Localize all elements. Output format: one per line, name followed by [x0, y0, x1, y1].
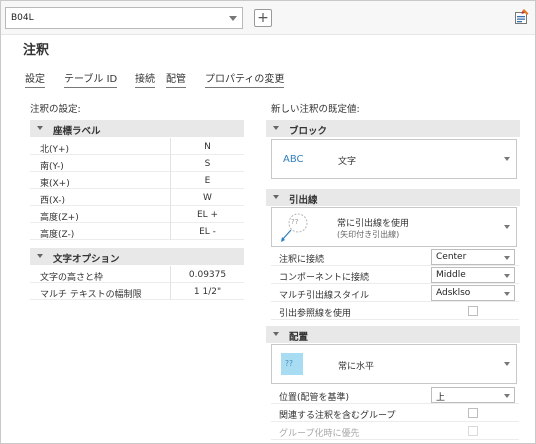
text-options-category[interactable]: 文字オプション [30, 248, 244, 265]
chevron-down-icon [504, 225, 510, 229]
chevron-down-icon [504, 256, 510, 260]
property-row: 関連する注釈を含むグループ [271, 404, 519, 422]
top-toolbar: B04L + [1, 1, 535, 35]
tab-table-id[interactable]: テーブル ID [64, 70, 118, 88]
collapse-triangle-icon [37, 126, 43, 130]
table-row[interactable]: 高度(Z+) EL + [30, 206, 244, 223]
chevron-down-icon [504, 157, 510, 161]
annotation-style-icon[interactable] [515, 9, 530, 24]
tab-piping[interactable]: 配管 [166, 70, 186, 88]
block-selector[interactable]: ABC 文字 [271, 139, 517, 179]
chevron-down-icon [504, 292, 510, 296]
collapse-triangle-icon [273, 195, 279, 199]
collapse-triangle-icon [273, 126, 279, 130]
annotation-settings-heading: 注釈の設定: [30, 104, 81, 115]
connect-to-component-select[interactable]: Middle [431, 267, 515, 283]
block-category[interactable]: ブロック [266, 120, 520, 137]
table-row[interactable]: 南(Y-) S [30, 155, 244, 172]
tab-connections[interactable]: 接続 [135, 70, 155, 88]
new-annotation-defaults-heading: 新しい注釈の既定値: [271, 104, 360, 115]
chevron-down-icon [504, 362, 510, 366]
style-dropdown[interactable]: B04L [5, 7, 243, 29]
coord-label-category[interactable]: 座標ラベル [30, 120, 244, 137]
tab-property-changes[interactable]: プロパティの変更 [205, 70, 285, 88]
page-title: 注釈 [23, 43, 50, 58]
placement-selected-value: 常に水平 [338, 362, 375, 372]
property-row: マルチ引出線スタイル Adsklso [271, 284, 519, 302]
placement-preview-tile: ?? [281, 353, 303, 375]
property-row: 位置(配管を基準) 上 [271, 386, 519, 404]
group-related-annotations-checkbox[interactable] [468, 408, 478, 418]
leader-preview-icon [281, 213, 308, 242]
leader-preview-text: ?? [291, 218, 299, 226]
table-row[interactable]: 高度(Z-) EL - [30, 223, 244, 240]
table-row[interactable]: 東(X+) E [30, 172, 244, 189]
coord-label-grid: 北(Y+) N 南(Y-) S 東(X+) E 西(X-) W 高度(Z+) E… [30, 138, 244, 242]
property-row: 注釈に接続 Center [271, 248, 519, 266]
text-options-grid: 文字の高さと枠 0.09375 マルチ テキストの幅制限 1 1/2" [30, 266, 244, 300]
collapse-triangle-icon [273, 332, 279, 336]
block-preview-text: ABC [283, 154, 304, 165]
property-row: 引出参照線を使用 [271, 302, 519, 320]
collapse-triangle-icon [37, 254, 43, 258]
tab-settings[interactable]: 設定 [25, 70, 45, 88]
leader-category[interactable]: 引出線 [266, 189, 520, 206]
chevron-down-icon [229, 16, 237, 21]
placement-category[interactable]: 配置 [266, 326, 520, 343]
chevron-down-icon [504, 274, 510, 278]
table-row[interactable]: 文字の高さと枠 0.09375 [30, 266, 244, 283]
priority-when-grouping-checkbox [468, 426, 478, 436]
use-landing-checkbox[interactable] [468, 306, 478, 316]
position-relative-to-pipe-select[interactable]: 上 [431, 387, 515, 403]
multileader-style-select[interactable]: Adsklso [431, 285, 515, 301]
leader-selected-subtitle: (矢印付き引出線) [337, 230, 400, 239]
block-selected-value: 文字 [338, 157, 357, 167]
placement-selector[interactable]: ?? 常に水平 [271, 344, 517, 384]
table-row[interactable]: 北(Y+) N [30, 138, 244, 155]
style-dropdown-value: B04L [11, 13, 34, 23]
leader-selected-title: 常に引出線を使用 [337, 219, 410, 229]
connect-to-annotation-select[interactable]: Center [431, 249, 515, 265]
property-row: グループ化時に優先 [271, 422, 519, 440]
table-row[interactable]: マルチ テキストの幅制限 1 1/2" [30, 283, 244, 300]
property-row: コンポーネントに接続 Middle [271, 266, 519, 284]
leader-selector[interactable]: ?? 常に引出線を使用 (矢印付き引出線) [271, 207, 517, 247]
table-row[interactable]: 西(X-) W [30, 189, 244, 206]
chevron-down-icon [504, 394, 510, 398]
add-style-button[interactable]: + [254, 9, 272, 27]
